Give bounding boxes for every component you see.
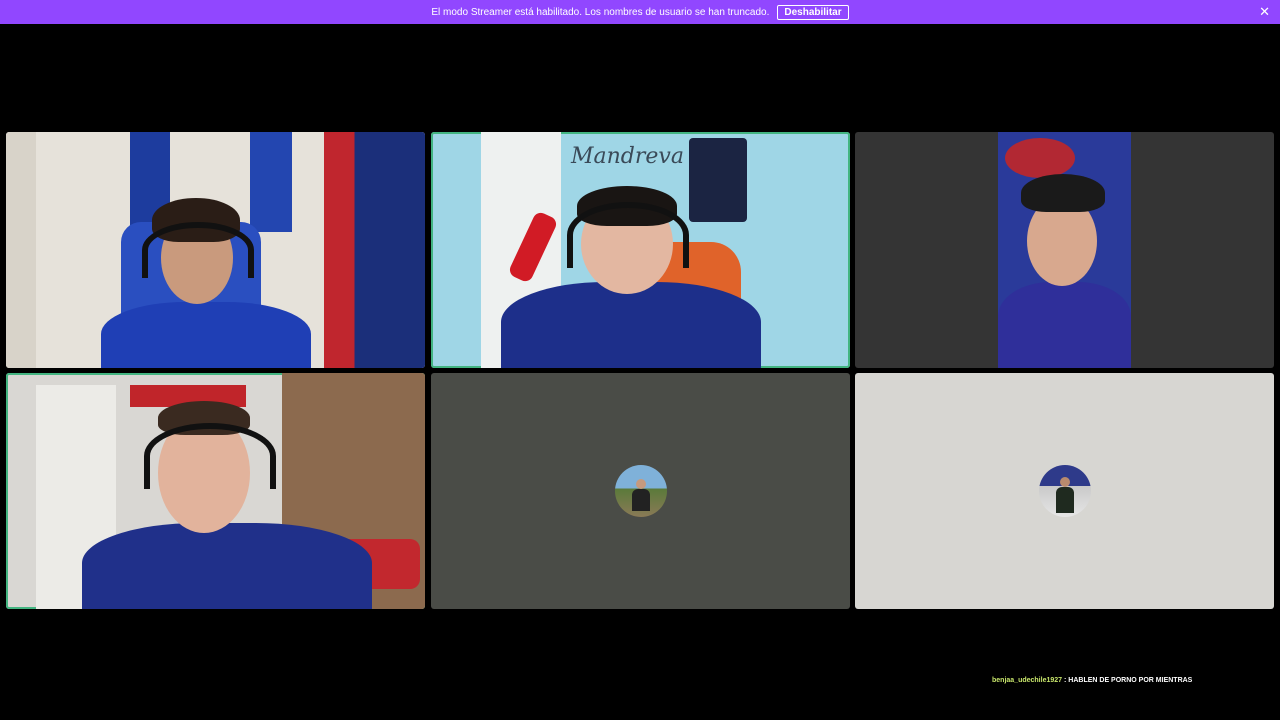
person-body: [101, 302, 311, 368]
chat-username: benjaa_udechile1927: [992, 677, 1063, 684]
person-cap: [1021, 174, 1105, 212]
participant-tile-1[interactable]: [6, 132, 425, 368]
avatar: [614, 465, 667, 517]
wall-sign: Mandreva: [571, 144, 684, 169]
headset: [567, 202, 689, 268]
jerseys-hanging: [324, 132, 425, 368]
person-body: [82, 523, 372, 609]
scarf-right: [250, 132, 292, 232]
streamer-mode-message: El modo Streamer está habilitado. Los no…: [431, 6, 770, 18]
person-body: [998, 282, 1131, 368]
close-icon[interactable]: ✕: [1259, 4, 1270, 20]
door-frame: [6, 132, 36, 368]
flag-emblem: [1005, 138, 1075, 178]
player-card: [689, 138, 747, 222]
disable-streamer-mode-button[interactable]: Deshabilitar: [777, 4, 849, 20]
participant-tile-4[interactable]: [6, 373, 425, 609]
headset: [142, 222, 254, 278]
participant-tile-6[interactable]: [855, 373, 1274, 609]
person-body: [501, 282, 761, 368]
streamer-mode-banner: El modo Streamer está habilitado. Los no…: [0, 0, 1280, 24]
participant-tile-2[interactable]: Mandreva: [431, 132, 850, 368]
headset: [144, 423, 276, 489]
chat-text: HABLEN DE PORNO POR MIENTRAS: [1068, 677, 1193, 684]
avatar: [1038, 465, 1091, 517]
participant-tile-5[interactable]: [431, 373, 850, 609]
participant-tile-3[interactable]: [855, 132, 1274, 368]
chat-message: benjaa_udechile1927 : HABLEN DE PORNO PO…: [992, 677, 1192, 684]
